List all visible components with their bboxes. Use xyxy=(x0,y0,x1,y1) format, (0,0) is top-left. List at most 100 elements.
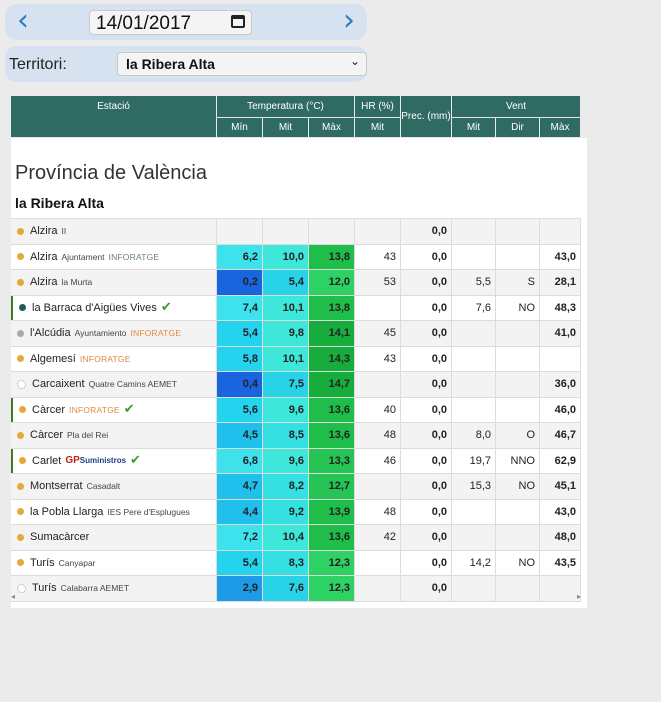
wmax-cell xyxy=(540,219,581,244)
tmit-cell: 10,0 xyxy=(263,244,309,269)
status-dot-icon xyxy=(17,559,24,567)
tmin-cell: 4,7 xyxy=(217,474,263,499)
station-name-cell[interactable]: Montserrat Casadalt xyxy=(11,474,217,499)
tmin-cell: 5,4 xyxy=(217,321,263,346)
table-row[interactable]: Alzira la Murta 0,2 5,4 12,0 53 0,0 5,5 S 28,1 xyxy=(11,270,581,296)
table-row[interactable]: Alzira II 0,0 xyxy=(11,219,581,245)
station-name-cell[interactable]: Turís Canyapar xyxy=(11,550,217,575)
tmin-cell: 6,8 xyxy=(217,448,263,473)
wmit-cell xyxy=(452,499,496,524)
station-name-cell[interactable]: Algemesí INFORATGE xyxy=(11,346,217,371)
tmit-cell: 9,6 xyxy=(263,448,309,473)
station-name-cell[interactable]: la Barraca d'Aigües Vives ✔ xyxy=(11,295,217,320)
wdir-cell xyxy=(496,244,540,269)
scroll-right-icon[interactable]: ▸ xyxy=(577,592,581,601)
tmax-cell: 13,6 xyxy=(309,525,355,550)
hr-cell: 40 xyxy=(355,397,401,422)
wmax-cell: 46,7 xyxy=(540,423,581,448)
header-wind: Vent xyxy=(452,96,581,118)
station-name-cell[interactable]: Càrcer INFORATGE ✔ xyxy=(11,397,217,422)
tmin-cell: 7,4 xyxy=(217,295,263,320)
table-row[interactable]: Càrcer Pla del Rei 4,5 8,5 13,6 48 0,0 8,0 O 46,7 xyxy=(11,423,581,449)
tmax-cell: 13,6 xyxy=(309,423,355,448)
prec-cell: 0,0 xyxy=(401,219,452,244)
tmax-cell: 12,7 xyxy=(309,474,355,499)
status-dot-icon xyxy=(19,457,26,465)
tmin-cell: 4,4 xyxy=(217,499,263,524)
tmit-cell: 5,4 xyxy=(263,270,309,295)
station-subname: la Murta xyxy=(61,277,93,288)
table-row[interactable]: Algemesí INFORATGE 5,8 10,1 14,3 43 0,0 xyxy=(11,346,581,372)
station-name-cell[interactable]: Càrcer Pla del Rei xyxy=(11,423,217,448)
wmax-cell: 48,0 xyxy=(540,525,581,550)
hr-cell: 43 xyxy=(355,346,401,371)
station-name-cell[interactable]: Alzira la Murta xyxy=(11,270,217,295)
station-name-cell[interactable]: Alzira II xyxy=(11,219,217,244)
prec-cell: 0,0 xyxy=(401,295,452,320)
date-input[interactable]: 14/01/2017 xyxy=(89,10,252,35)
wmax-cell: 46,0 xyxy=(540,397,581,422)
wmit-cell xyxy=(452,244,496,269)
station-name-cell[interactable]: la Pobla Llarga IES Pere d'Esplugues xyxy=(11,499,217,524)
station-name-cell[interactable]: Carlet GPSuministros ✔ xyxy=(11,448,217,473)
table-row[interactable]: la Barraca d'Aigües Vives ✔ 7,4 10,1 13,8 0,0… xyxy=(11,295,581,321)
tmin-cell: 0,4 xyxy=(217,372,263,397)
wdir-cell: O xyxy=(496,423,540,448)
station-subname: II xyxy=(61,226,67,237)
table-row[interactable]: Turís Canyapar 5,4 8,3 12,3 0,0 14,2 NO 43,5 xyxy=(11,550,581,576)
tmax-cell: 13,3 xyxy=(309,448,355,473)
wdir-cell xyxy=(496,219,540,244)
table-row[interactable]: la Pobla Llarga IES Pere d'Esplugues 4,4 9,… xyxy=(11,499,581,525)
tmit-cell: 9,8 xyxy=(263,321,309,346)
hr-cell xyxy=(355,550,401,575)
table-row[interactable]: Carcaixent Quatre Camins AEMET 0,4 7,5 14,7 0… xyxy=(11,372,581,398)
date-value: 14/01/2017 xyxy=(96,13,192,34)
prev-day-button[interactable]: ‹ xyxy=(9,4,37,40)
horizontal-scrollbar[interactable]: ◂ ▸ xyxy=(11,592,581,606)
scroll-left-icon[interactable]: ◂ xyxy=(11,592,15,601)
table-row[interactable]: Carlet GPSuministros ✔ 6,8 9,6 13,3 46 0,0 19,7 N… xyxy=(11,448,581,474)
status-dot-icon xyxy=(17,278,24,286)
wdir-cell xyxy=(496,525,540,550)
station-name-cell[interactable]: Alzira Ajuntament INFORATGE xyxy=(11,244,217,269)
prec-cell: 0,0 xyxy=(401,423,452,448)
station-name: Càrcer xyxy=(30,429,64,442)
territory-select[interactable]: la Ribera Alta ⌄ xyxy=(117,52,367,76)
tmax-cell: 13,8 xyxy=(309,244,355,269)
header-temp-mit: Mit xyxy=(263,118,309,138)
prec-cell: 0,0 xyxy=(401,244,452,269)
wdir-cell: NO xyxy=(496,295,540,320)
territory-bar: Territori: la Ribera Alta ⌄ xyxy=(5,46,367,82)
table-row[interactable]: Sumacàrcer 7,2 10,4 13,6 42 0,0 48,0 xyxy=(11,525,581,551)
tmax-cell: 13,8 xyxy=(309,295,355,320)
hr-cell: 48 xyxy=(355,423,401,448)
station-name-cell[interactable]: l'Alcúdia Ayuntamiento INFORATGE xyxy=(11,321,217,346)
station-subname: Ajuntament xyxy=(61,251,105,262)
station-name-cell[interactable]: Carcaixent Quatre Camins AEMET xyxy=(11,372,217,397)
station-table: Alzira II 0,0 Alzira Ajuntament INFORATGE 6,2 1… xyxy=(11,218,581,602)
prec-cell: 0,0 xyxy=(401,525,452,550)
table-row[interactable]: Càrcer INFORATGE ✔ 5,6 9,6 13,6 40 0,0 46,0 xyxy=(11,397,581,423)
station-name-cell[interactable]: Sumacàrcer xyxy=(11,525,217,550)
header-hr: HR (%) xyxy=(355,96,401,118)
station-subname: Ayuntamiento xyxy=(74,328,127,339)
hr-cell: 48 xyxy=(355,499,401,524)
table-row[interactable]: l'Alcúdia Ayuntamiento INFORATGE 5,4 9,8 14,1… xyxy=(11,321,581,347)
header-hr-mit: Mit xyxy=(355,118,401,138)
hr-cell: 42 xyxy=(355,525,401,550)
calendar-icon[interactable] xyxy=(231,15,245,28)
status-dot-icon xyxy=(17,431,24,439)
table-row[interactable]: Montserrat Casadalt 4,7 8,2 12,7 0,0 15,3 NO 45,… xyxy=(11,474,581,500)
header-wind-mit: Mit xyxy=(452,118,496,138)
table-row[interactable]: Alzira Ajuntament INFORATGE 6,2 10,0 13,8 43 0,… xyxy=(11,244,581,270)
chevron-down-icon: ⌄ xyxy=(349,54,360,68)
tmit-cell: 9,2 xyxy=(263,499,309,524)
wmax-cell xyxy=(540,346,581,371)
tmit-cell: 8,5 xyxy=(263,423,309,448)
tmax-cell: 14,7 xyxy=(309,372,355,397)
station-name: Càrcer xyxy=(32,403,66,416)
wmax-cell: 48,3 xyxy=(540,295,581,320)
next-day-button[interactable]: › xyxy=(335,4,363,40)
status-dot-icon xyxy=(19,304,26,312)
hr-cell: 43 xyxy=(355,244,401,269)
